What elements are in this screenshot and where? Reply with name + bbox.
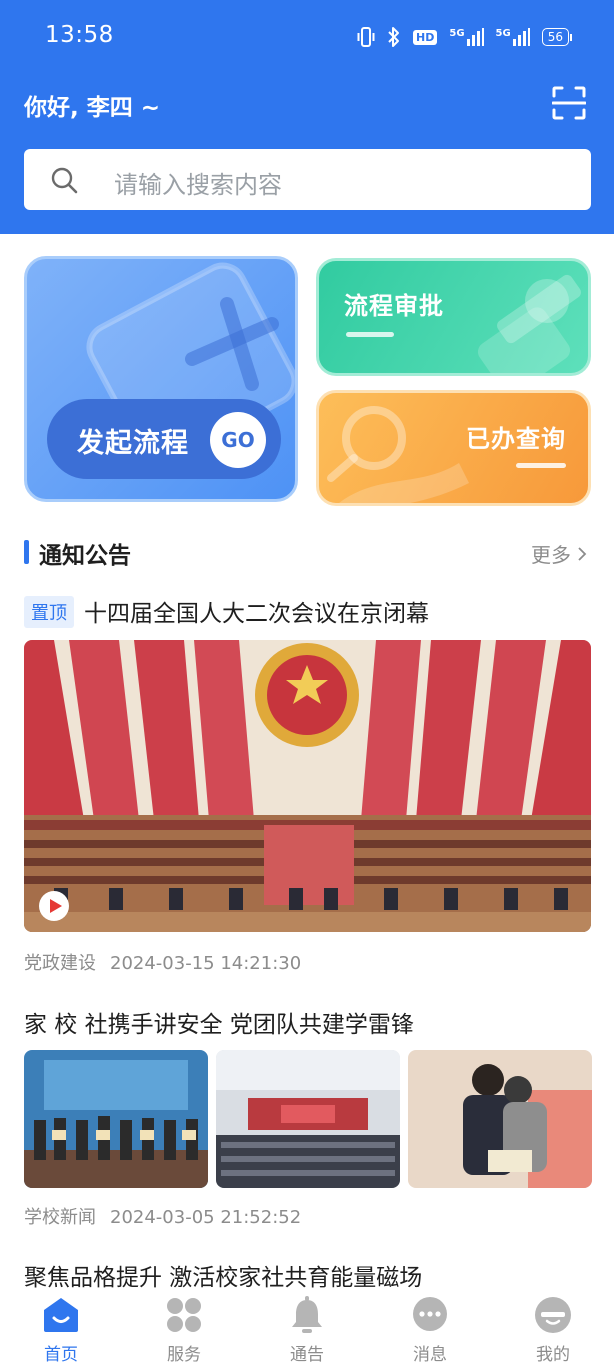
approval-card[interactable]: 流程审批: [316, 258, 591, 376]
status-time: 13:58: [45, 22, 114, 48]
volunteer-visit-image: [408, 1050, 592, 1188]
tab-notices[interactable]: 通告: [262, 1296, 352, 1372]
signal-5g-1: 5G: [449, 28, 484, 46]
news-item-title[interactable]: 聚焦品格提升 激活校家社共育能量磁场: [24, 1258, 422, 1292]
home-page: 13:58 HD 5G 5G 56 你好, 李四 ~ 请输入搜索内容 发起流程 …: [0, 0, 614, 1372]
signal-5g-2: 5G: [496, 28, 530, 46]
battery-indicator: 56: [541, 28, 572, 46]
signal-bars-icon: [512, 28, 530, 46]
approval-underline: [346, 332, 394, 337]
message-icon: [413, 1297, 447, 1331]
home-icon: [44, 1298, 78, 1332]
tab-notices-label: 通告: [290, 1345, 324, 1365]
news-item-meta: 党政建设 2024-03-15 14:21:30: [24, 949, 301, 975]
start-process-button[interactable]: 发起流程 GO: [47, 399, 281, 479]
group-photo-image: [24, 1050, 208, 1188]
news-thumbnail[interactable]: [408, 1050, 592, 1188]
news-item-title-text: 家 校 社携手讲安全 党团队共建学雷锋: [24, 1012, 414, 1038]
news-item-title-text: 十四届全国人大二次会议在京闭幕: [84, 601, 429, 627]
battery-level: 56: [541, 28, 569, 46]
start-process-card[interactable]: 发起流程 GO: [24, 256, 298, 502]
tab-messages[interactable]: 消息: [385, 1296, 475, 1372]
bottom-tab-bar: 首页 服务 通告 消息 我的: [0, 1290, 614, 1372]
chevron-right-icon: [578, 546, 587, 561]
news-thumbnail[interactable]: [24, 1050, 208, 1188]
news-datetime: 2024-03-15 14:21:30: [110, 953, 302, 974]
news-thumbnail[interactable]: [216, 1050, 400, 1188]
pinned-badge: 置顶: [24, 596, 74, 628]
tab-messages-label: 消息: [413, 1345, 447, 1365]
news-category: 党政建设: [24, 953, 96, 974]
handled-query-underline: [516, 463, 566, 468]
services-icon: [167, 1298, 201, 1332]
signal-5g-label: 5G: [449, 28, 465, 39]
news-item-title[interactable]: 置顶 十四届全国人大二次会议在京闭幕: [24, 594, 429, 628]
notices-header: 通知公告 更多: [24, 536, 591, 569]
hd-badge: HD: [413, 29, 438, 45]
status-icons: HD 5G 5G 56: [357, 25, 572, 49]
handled-query-card[interactable]: 已办查询: [316, 390, 591, 506]
go-button[interactable]: GO: [210, 412, 266, 468]
news-item-meta: 学校新闻 2024-03-05 21:52:52: [24, 1203, 301, 1229]
tab-home[interactable]: 首页: [16, 1296, 106, 1372]
meeting-hall-image: [216, 1050, 400, 1188]
status-bar: 13:58 HD 5G 5G 56: [0, 0, 614, 72]
approval-label: 流程审批: [344, 292, 444, 320]
header: 13:58 HD 5G 5G 56 你好, 李四 ~ 请输入搜索内容: [0, 0, 614, 234]
more-label: 更多: [531, 543, 571, 567]
search-placeholder: 请输入搜索内容: [114, 171, 282, 199]
handled-query-label: 已办查询: [466, 425, 566, 453]
news-item-title[interactable]: 家 校 社携手讲安全 党团队共建学雷锋: [24, 1005, 414, 1039]
search-input[interactable]: 请输入搜索内容: [24, 149, 591, 210]
tab-services-label: 服务: [167, 1345, 201, 1365]
tab-profile-label: 我的: [536, 1345, 570, 1365]
bell-icon: [292, 1296, 322, 1333]
news-item-image[interactable]: [24, 640, 591, 932]
tab-profile[interactable]: 我的: [508, 1296, 598, 1372]
bluetooth-icon: [388, 27, 400, 47]
more-link[interactable]: 更多: [531, 539, 587, 568]
greeting: 你好, 李四 ~: [24, 95, 161, 121]
search-icon: [51, 167, 78, 194]
tab-home-label: 首页: [44, 1345, 78, 1365]
signal-5g-label: 5G: [495, 28, 511, 39]
section-marker: [24, 540, 29, 564]
vibrate-icon: [357, 27, 375, 47]
news-category: 学校新闻: [24, 1207, 96, 1228]
start-process-label: 发起流程: [77, 428, 189, 459]
profile-icon: [535, 1297, 571, 1333]
video-play-icon[interactable]: [38, 890, 70, 922]
notices-title: 通知公告: [39, 543, 131, 569]
signal-bars-icon: [466, 28, 484, 46]
congress-hall-image: [24, 640, 591, 932]
tab-services[interactable]: 服务: [139, 1296, 229, 1372]
news-item-title-text: 聚焦品格提升 激活校家社共育能量磁场: [24, 1265, 423, 1291]
news-datetime: 2024-03-05 21:52:52: [110, 1207, 302, 1228]
battery-tip: [570, 33, 572, 41]
scan-icon[interactable]: [552, 86, 586, 120]
